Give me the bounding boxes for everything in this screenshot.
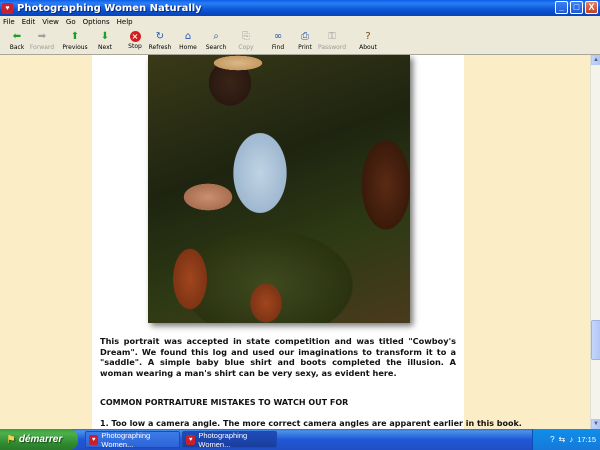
toolbar-label: Stop xyxy=(128,43,142,50)
volume-icon[interactable]: ♪ xyxy=(569,435,573,444)
portrait-photo xyxy=(148,55,410,323)
toolbar-search-button[interactable]: ⌕ Search xyxy=(202,30,230,51)
section-heading: COMMON PORTRAITURE MISTAKES TO WATCH OUT… xyxy=(100,398,349,407)
network-icon[interactable]: ⇆ xyxy=(559,435,566,444)
toolbar-home-button[interactable]: ⌂ Home xyxy=(174,30,202,51)
app-icon: ♥ xyxy=(89,434,99,445)
toolbar-label: Forward xyxy=(29,44,55,51)
clock[interactable]: 17:15 xyxy=(577,435,596,444)
start-label: démarrer xyxy=(18,434,63,445)
toolbar-label: Search xyxy=(205,44,227,51)
toolbar-label: Previous xyxy=(62,44,88,51)
print-icon: ⎙ xyxy=(301,31,309,42)
key-icon: ⚿ xyxy=(328,31,336,42)
toolbar-label: Copy xyxy=(238,44,254,51)
scroll-up-arrow-icon[interactable]: ▲ xyxy=(591,55,600,65)
scroll-down-arrow-icon[interactable]: ▼ xyxy=(591,419,600,429)
page: This portrait was accepted in state comp… xyxy=(92,55,522,429)
about-icon: ? xyxy=(365,31,371,42)
toolbar-previous-button[interactable]: ⬆ Previous xyxy=(61,30,89,51)
menu-bar: File Edit View Go Options Help xyxy=(0,16,600,28)
taskbar-item[interactable]: ♥ Photographing Women... xyxy=(85,430,180,449)
menu-file[interactable]: File xyxy=(3,18,15,26)
menu-options[interactable]: Options xyxy=(83,18,110,26)
maximize-button[interactable]: □ xyxy=(570,1,583,14)
toolbar-label: About xyxy=(359,44,377,51)
arrow-up-icon: ⬆ xyxy=(70,31,80,42)
system-tray: ? ⇆ ♪ 17:15 xyxy=(532,429,600,450)
app-icon: ♥ xyxy=(2,2,13,14)
taskbar-item-label: Photographing Women... xyxy=(101,430,151,449)
toolbar-label: Refresh xyxy=(148,44,172,51)
toolbar-stop-button[interactable]: × Stop xyxy=(121,30,149,50)
toolbar-label: Next xyxy=(98,44,112,51)
toolbar-password-button[interactable]: ⚿ Password xyxy=(318,30,346,51)
menu-edit[interactable]: Edit xyxy=(22,18,36,26)
arrow-right-icon: ➡ xyxy=(37,31,47,42)
arrow-down-icon: ⬇ xyxy=(100,31,110,42)
toolbar-forward-button[interactable]: ➡ Forward xyxy=(28,30,56,51)
menu-view[interactable]: View xyxy=(42,18,59,26)
copy-icon: ⎘ xyxy=(242,31,250,42)
toolbar-copy-button[interactable]: ⎘ Copy xyxy=(232,30,260,51)
search-icon: ⌕ xyxy=(213,31,219,42)
menu-go[interactable]: Go xyxy=(66,18,76,26)
vertical-scrollbar[interactable]: ▲ ▼ xyxy=(590,55,600,429)
toolbar: ⬅ Back ➡ Forward ⬆ Previous ⬇ Next × Stop ↻ Refresh… xyxy=(0,29,600,55)
home-icon: ⌂ xyxy=(184,31,192,42)
refresh-icon: ↻ xyxy=(155,31,165,42)
toolbar-label: Back xyxy=(9,44,25,51)
photo-caption: This portrait was accepted in state comp… xyxy=(100,336,456,378)
toolbar-label: Home xyxy=(179,44,197,51)
toolbar-refresh-button[interactable]: ↻ Refresh xyxy=(146,30,174,51)
minimize-button[interactable]: _ xyxy=(555,1,568,14)
scroll-thumb[interactable] xyxy=(591,320,600,360)
close-button[interactable]: X xyxy=(585,1,598,14)
menu-help[interactable]: Help xyxy=(117,18,133,26)
toolbar-print-button[interactable]: ⎙ Print xyxy=(291,30,319,51)
tip-1: 1. Too low a camera angle. The more corr… xyxy=(100,419,522,428)
help-icon[interactable]: ? xyxy=(550,435,554,444)
app-icon: ♥ xyxy=(186,434,196,445)
arrow-left-icon: ⬅ xyxy=(12,31,22,42)
toolbar-label: Password xyxy=(317,44,347,51)
title-bar[interactable]: ♥ Photographing Women Naturally _ □ X xyxy=(0,0,600,16)
binoculars-icon: ∞ xyxy=(273,31,283,42)
windows-flag-icon: ⚑ xyxy=(6,434,16,446)
toolbar-label: Find xyxy=(271,44,285,51)
content-area: This portrait was accepted in state comp… xyxy=(0,55,590,429)
toolbar-label: Print xyxy=(298,44,312,51)
taskbar-item-label: Photographing Women... xyxy=(198,430,248,449)
taskbar: ⚑ démarrer ♥ Photographing Women... ♥ Ph… xyxy=(0,429,600,450)
toolbar-about-button[interactable]: ? About xyxy=(354,30,382,51)
toolbar-next-button[interactable]: ⬇ Next xyxy=(91,30,119,51)
toolbar-find-button[interactable]: ∞ Find xyxy=(264,30,292,51)
stop-icon: × xyxy=(129,31,141,42)
toolbar-back-button[interactable]: ⬅ Back xyxy=(3,30,31,51)
taskbar-item-active[interactable]: ♥ Photographing Women... xyxy=(182,430,277,449)
window-title: Photographing Women Naturally xyxy=(17,2,202,14)
start-button[interactable]: ⚑ démarrer xyxy=(0,429,78,450)
window-controls: _ □ X xyxy=(555,1,598,14)
